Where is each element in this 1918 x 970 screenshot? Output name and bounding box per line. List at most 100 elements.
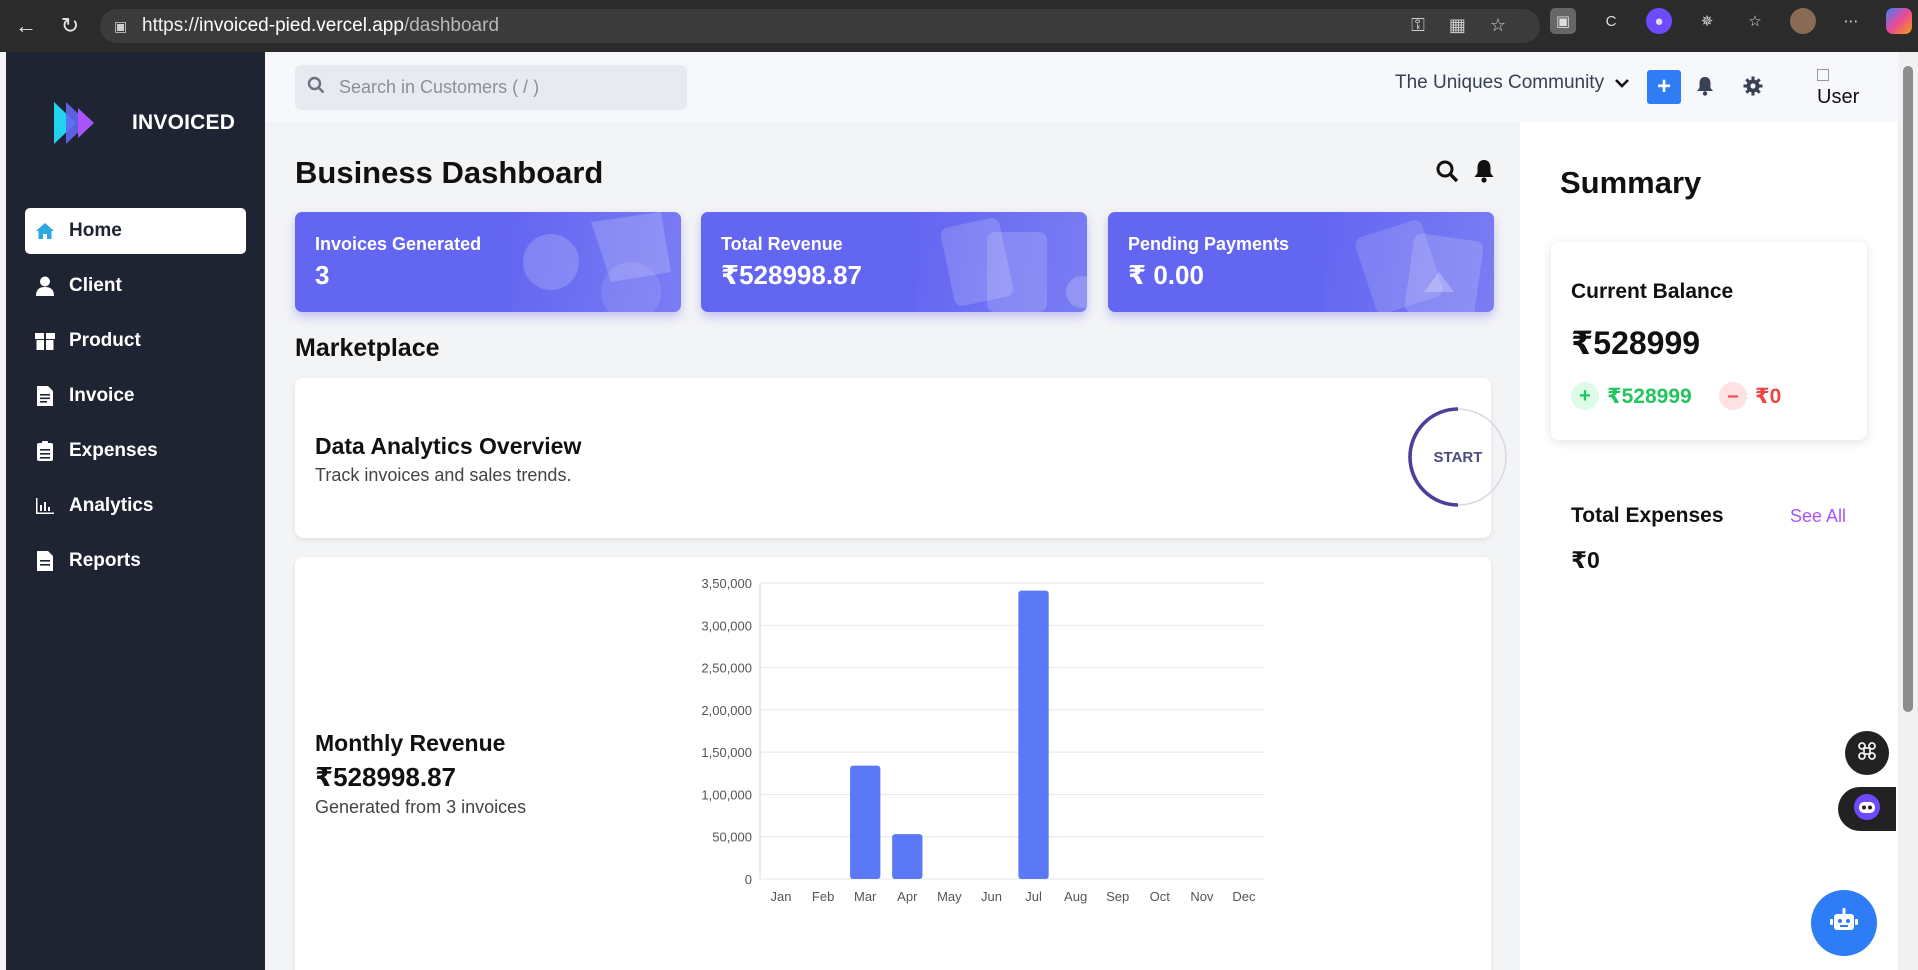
gear-icon[interactable] <box>1741 73 1765 99</box>
chart-y-tick-label: 3,50,000 <box>701 579 752 591</box>
sidebar-item-client[interactable]: Client <box>25 263 246 309</box>
plus-icon: + <box>1571 382 1599 410</box>
back-icon[interactable]: ← <box>8 8 44 44</box>
income-value: ₹528999 <box>1607 384 1692 408</box>
stat-value: ₹ 0.00 <box>1128 260 1204 290</box>
key-icon[interactable]: ⚿ <box>1411 15 1425 36</box>
stat-label: Invoices Generated <box>315 234 482 254</box>
sidebar-item-invoice[interactable]: Invoice <box>25 373 246 419</box>
page-title: Business Dashboard <box>295 155 604 190</box>
monthly-revenue-chart: 0 50,000 1,00,000 1,50,000 2,00,000 2,50,000 3… <box>701 579 1265 904</box>
revenue-value: ₹528998.87 <box>315 762 456 792</box>
expense-value: ₹0 <box>1755 384 1782 408</box>
chart-y-tick-label: 1,00,000 <box>701 787 752 802</box>
marketplace-title: Marketplace <box>295 334 440 362</box>
chart-x-tick-label: Dec <box>1232 889 1256 904</box>
sidebar-menu: Home Client Product Invoice Expenses Ana… <box>25 208 246 593</box>
logo-icon <box>50 100 102 146</box>
start-button[interactable]: START <box>1407 406 1509 508</box>
stat-card-pending[interactable]: Pending Payments ₹ 0.00 <box>1108 212 1494 312</box>
marketplace-card-description: Track invoices and sales trends. <box>315 465 572 485</box>
search-input[interactable] <box>339 77 679 98</box>
chart-x-tick-label: May <box>937 889 962 904</box>
chevron-down-icon <box>1614 72 1630 94</box>
more-icon[interactable]: ⋯ <box>1838 8 1864 34</box>
chart-x-tick-label: Aug <box>1064 889 1087 904</box>
chart-x-tick-label: Nov <box>1190 889 1214 904</box>
chart-x-tick-label: Feb <box>812 889 834 904</box>
marketplace-card: Data Analytics Overview Track invoices a… <box>295 378 1507 538</box>
sidebar-item-label: Invoice <box>69 385 135 406</box>
document-icon <box>35 551 55 571</box>
assistant-extension-button[interactable] <box>1838 787 1896 831</box>
chart-y-tick-label: 2,50,000 <box>701 661 752 676</box>
sidebar-item-expenses[interactable]: Expenses <box>25 428 246 474</box>
sidebar-item-analytics[interactable]: Analytics <box>25 483 246 529</box>
favorites-icon[interactable]: ☆ <box>1742 8 1768 34</box>
extension-c-icon[interactable]: C <box>1598 8 1624 34</box>
sidebar-item-label: Reports <box>69 550 141 571</box>
reload-icon[interactable]: ↻ <box>52 8 88 44</box>
bell-icon[interactable] <box>1693 73 1717 99</box>
chart-y-tick-label: 50,000 <box>712 830 752 845</box>
see-all-link[interactable]: See All <box>1790 506 1846 527</box>
avatar-broken-image-icon <box>1817 69 1829 81</box>
summary-panel: Summary Current Balance ₹528999 + ₹52899… <box>1520 122 1898 970</box>
apps-grid-button[interactable] <box>1845 731 1889 775</box>
balance-card: Current Balance ₹528999 + ₹528999 – ₹0 <box>1551 242 1867 440</box>
add-button[interactable]: + <box>1647 70 1681 104</box>
card-decoration <box>917 212 1087 312</box>
copilot-icon[interactable] <box>1886 8 1912 34</box>
total-expenses-label: Total Expenses <box>1571 504 1724 527</box>
chart-x-tick-label: Jan <box>771 889 792 904</box>
search-box[interactable] <box>295 65 687 110</box>
extension-icon[interactable]: ▣ <box>1550 8 1576 34</box>
sidebar-item-reports[interactable]: Reports <box>25 538 246 584</box>
app-icon[interactable]: ▦ <box>1449 15 1466 36</box>
search-icon[interactable] <box>1435 159 1459 188</box>
brand-name: INVOICED <box>132 111 236 134</box>
brand[interactable]: INVOICED <box>50 100 235 146</box>
card-decoration <box>511 212 681 312</box>
chart-y-tick-label: 0 <box>745 872 752 887</box>
community-selector[interactable]: The Uniques Community <box>1395 72 1630 94</box>
balance-value: ₹528999 <box>1571 325 1701 361</box>
sidebar: INVOICED Home Client Product Invoice Exp… <box>6 52 265 970</box>
chart-bar <box>892 834 923 879</box>
top-header: The Uniques Community + User <box>265 52 1898 122</box>
total-expenses-value: ₹0 <box>1571 547 1600 573</box>
user-icon <box>35 276 55 296</box>
extension-bot-icon[interactable]: ● <box>1646 8 1672 34</box>
bell-icon[interactable] <box>1473 159 1495 188</box>
balance-label: Current Balance <box>1571 280 1734 303</box>
sidebar-item-product[interactable]: Product <box>25 318 246 364</box>
sidebar-item-home[interactable]: Home <box>25 208 246 254</box>
sidebar-item-label: Home <box>69 220 122 241</box>
card-decoration <box>1324 212 1494 312</box>
url-host: invoiced-pied.vercel.app <box>199 15 404 36</box>
chart-x-tick-label: Apr <box>897 889 918 904</box>
browser-toolbar: ← ↻ ▣ https://invoiced-pied.vercel.app/d… <box>0 0 1918 52</box>
stat-card-revenue[interactable]: Total Revenue ₹528998.87 <box>701 212 1087 312</box>
profile-icon[interactable] <box>1790 8 1816 34</box>
favorite-star-icon[interactable]: ☆ <box>1490 15 1506 36</box>
avatar-alt-text: User <box>1817 86 1860 108</box>
chatbot-button[interactable] <box>1811 890 1877 956</box>
chart-y-tick-label: 3,00,000 <box>701 618 752 633</box>
sidebar-item-label: Analytics <box>69 495 154 516</box>
file-invoice-icon <box>35 386 55 406</box>
revenue-card: Monthly Revenue ₹528998.87 Generated fro… <box>295 557 1491 970</box>
title-actions <box>1435 159 1495 188</box>
avatar[interactable]: User <box>1817 64 1865 108</box>
chart-x-tick-label: Jun <box>981 889 1002 904</box>
puzzle-icon[interactable]: ✵ <box>1694 8 1720 34</box>
home-icon <box>35 221 55 241</box>
clipboard-icon <box>35 441 55 461</box>
stat-label: Total Revenue <box>721 234 843 254</box>
address-bar[interactable]: ▣ https://invoiced-pied.vercel.app/dashb… <box>100 9 1540 43</box>
summary-title: Summary <box>1560 165 1702 200</box>
sidebar-item-label: Product <box>69 330 141 351</box>
stat-card-invoices[interactable]: Invoices Generated 3 <box>295 212 681 312</box>
scrollbar-thumb[interactable] <box>1903 66 1913 712</box>
robot-icon <box>1829 907 1859 939</box>
